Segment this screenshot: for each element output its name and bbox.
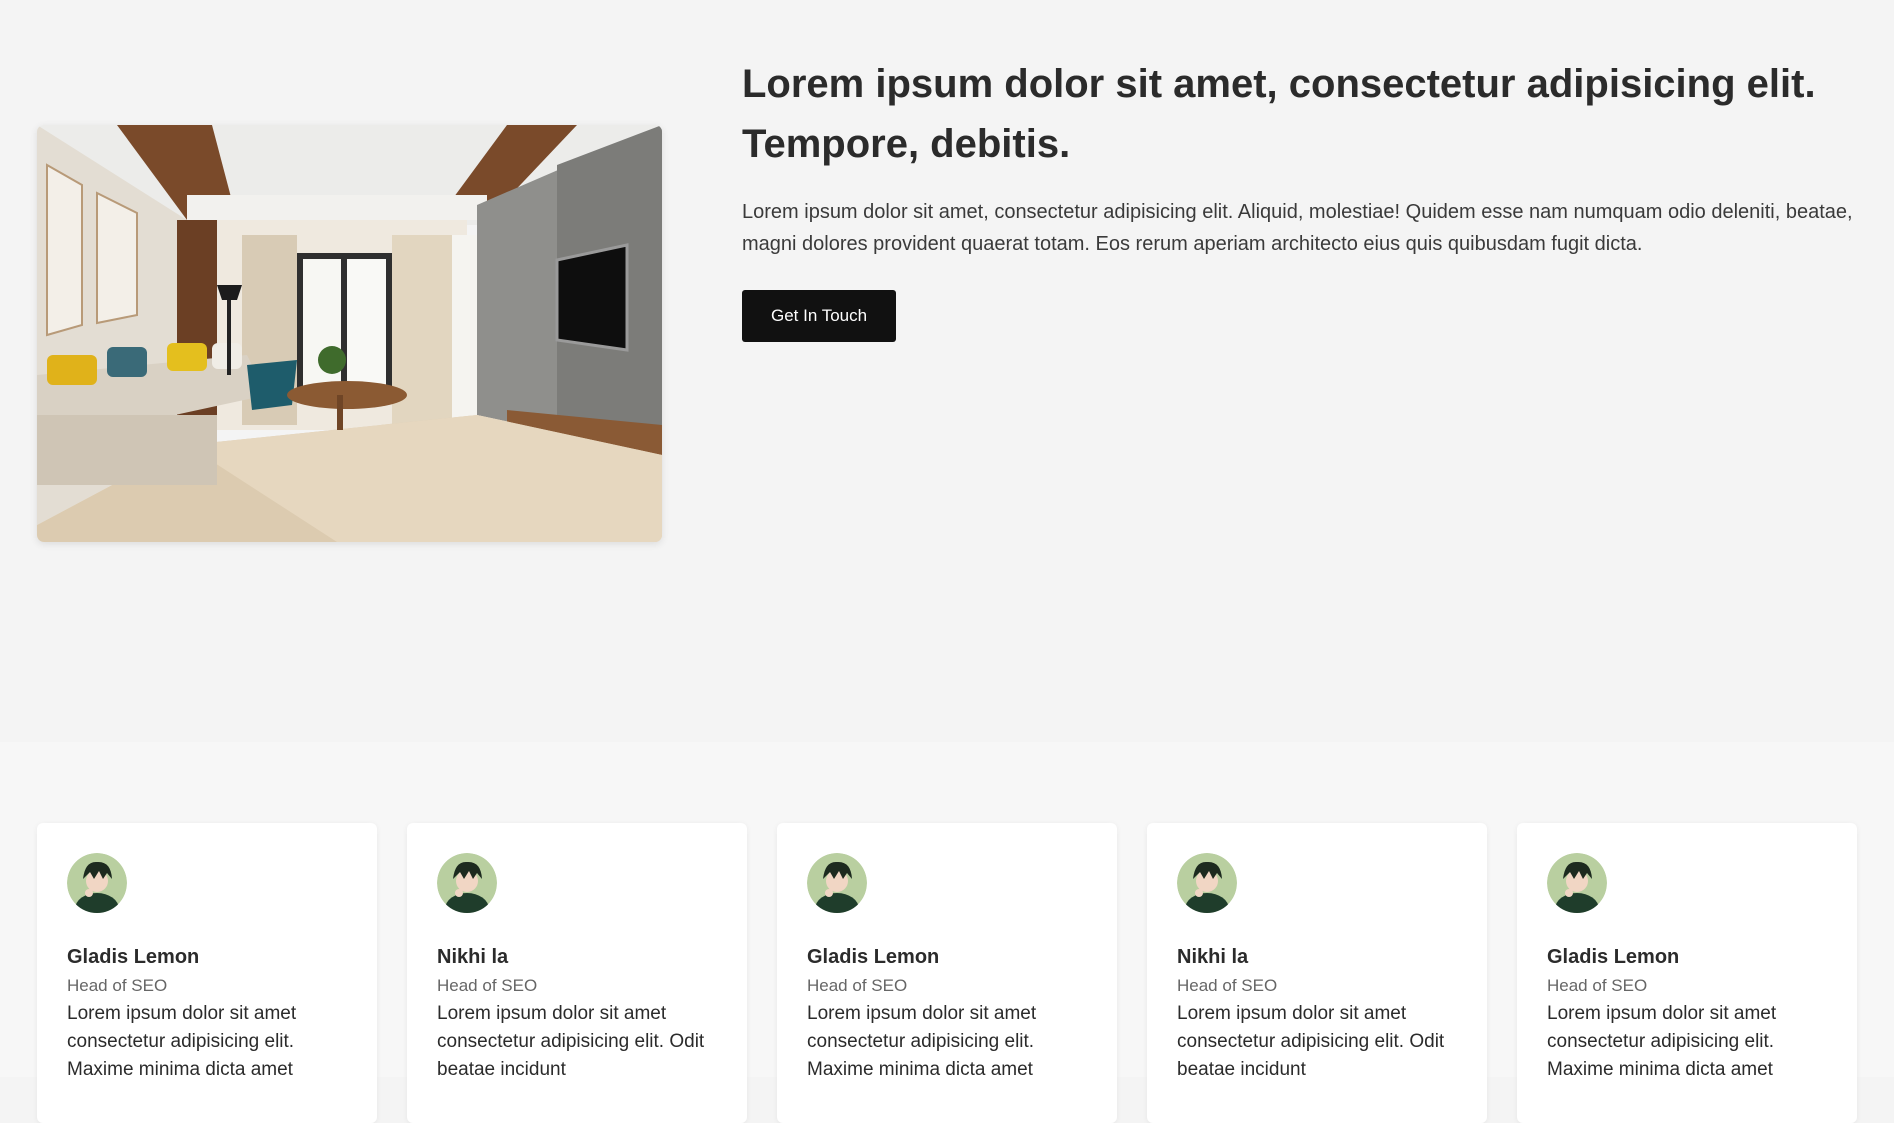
- team-card: Gladis Lemon Head of SEO Lorem ipsum dol…: [777, 823, 1117, 1123]
- avatar: [437, 853, 497, 913]
- team-card: Gladis Lemon Head of SEO Lorem ipsum dol…: [37, 823, 377, 1123]
- living-room-image: [37, 125, 662, 542]
- team-section: Gladis Lemon Head of SEO Lorem ipsum dol…: [0, 742, 1894, 1123]
- get-in-touch-button[interactable]: Get In Touch: [742, 290, 897, 342]
- member-name: Nikhi la: [1177, 946, 1249, 968]
- hero-description: Lorem ipsum dolor sit amet, consectetur …: [742, 201, 1853, 255]
- member-name: Gladis Lemon: [807, 946, 940, 968]
- member-bio: Lorem ipsum dolor sit amet consectetur a…: [1547, 1003, 1777, 1080]
- member-role: Head of SEO: [1177, 976, 1278, 995]
- hero-content: Lorem ipsum dolor sit amet, consectetur …: [742, 54, 1862, 342]
- member-bio: Lorem ipsum dolor sit amet consectetur a…: [437, 1003, 705, 1080]
- member-role: Head of SEO: [807, 976, 908, 995]
- hero-section: Lorem ipsum dolor sit amet, consectetur …: [0, 0, 1894, 742]
- team-card: Nikhi la Head of SEO Lorem ipsum dolor s…: [1147, 823, 1487, 1123]
- member-role: Head of SEO: [437, 976, 538, 995]
- avatar: [1547, 853, 1607, 913]
- avatar: [807, 853, 867, 913]
- member-role: Head of SEO: [67, 976, 168, 995]
- avatar: [1177, 853, 1237, 913]
- team-cards: Gladis Lemon Head of SEO Lorem ipsum dol…: [37, 823, 1857, 1123]
- hero-title: Lorem ipsum dolor sit amet, consectetur …: [742, 62, 1816, 166]
- member-bio: Lorem ipsum dolor sit amet consectetur a…: [1177, 1003, 1445, 1080]
- team-card: Gladis Lemon Head of SEO Lorem ipsum dol…: [1517, 823, 1857, 1123]
- member-name: Nikhi la: [437, 946, 509, 968]
- member-name: Gladis Lemon: [67, 946, 200, 968]
- member-bio: Lorem ipsum dolor sit amet consectetur a…: [67, 1003, 297, 1080]
- avatar: [67, 853, 127, 913]
- member-name: Gladis Lemon: [1547, 946, 1680, 968]
- member-role: Head of SEO: [1547, 976, 1648, 995]
- team-card: Nikhi la Head of SEO Lorem ipsum dolor s…: [407, 823, 747, 1123]
- member-bio: Lorem ipsum dolor sit amet consectetur a…: [807, 1003, 1037, 1080]
